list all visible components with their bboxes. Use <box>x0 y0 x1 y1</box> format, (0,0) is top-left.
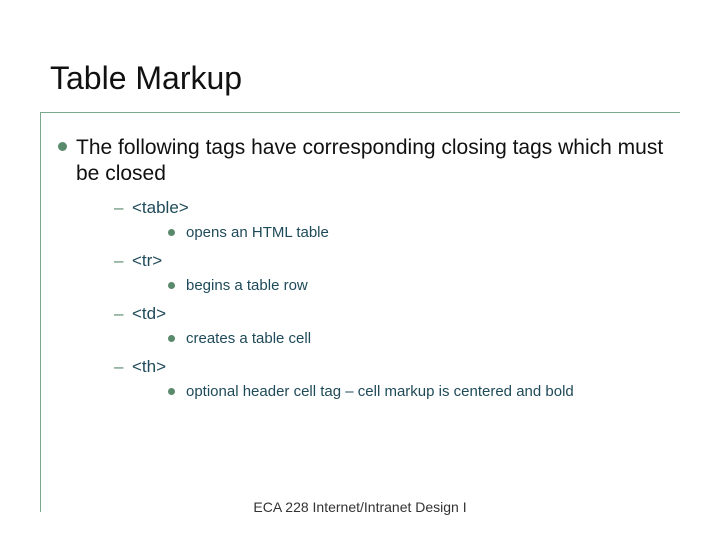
tag-label: <th> <box>132 357 166 376</box>
intro-bullet: The following tags have corresponding cl… <box>58 135 690 188</box>
tag-label: <table> <box>132 198 189 217</box>
title-vertical-rule <box>40 112 41 512</box>
desc-text: begins a table row <box>186 277 308 294</box>
list-item: – <th> <box>114 357 690 377</box>
dash-icon: – <box>114 357 123 377</box>
slide-title: Table Markup <box>50 60 242 97</box>
tag-label: <tr> <box>132 251 162 270</box>
desc-text: opens an HTML table <box>186 224 329 241</box>
list-item: – <td> <box>114 304 690 324</box>
bullet-icon <box>168 335 175 342</box>
bullet-icon <box>168 388 175 395</box>
bullet-icon <box>58 142 67 151</box>
slide-body: The following tags have corresponding cl… <box>58 135 690 402</box>
dash-icon: – <box>114 251 123 271</box>
list-item-desc: begins a table row <box>168 277 690 294</box>
list-item: – <table> <box>114 198 690 218</box>
title-wrap: Table Markup <box>50 60 242 97</box>
list-item: – <tr> <box>114 251 690 271</box>
dash-icon: – <box>114 198 123 218</box>
list-item-desc: opens an HTML table <box>168 224 690 241</box>
list-item-desc: creates a table cell <box>168 330 690 347</box>
title-rule <box>40 112 680 113</box>
list-item-desc: optional header cell tag – cell markup i… <box>168 383 690 400</box>
desc-text: creates a table cell <box>186 330 311 347</box>
dash-icon: – <box>114 304 123 324</box>
bullet-icon <box>168 229 175 236</box>
slide: Table Markup The following tags have cor… <box>0 0 720 540</box>
tag-label: <td> <box>132 304 166 323</box>
intro-text: The following tags have corresponding cl… <box>76 136 663 185</box>
slide-footer: ECA 228 Internet/Intranet Design I <box>0 499 720 515</box>
desc-text: optional header cell tag – cell markup i… <box>186 383 574 400</box>
bullet-icon <box>168 282 175 289</box>
